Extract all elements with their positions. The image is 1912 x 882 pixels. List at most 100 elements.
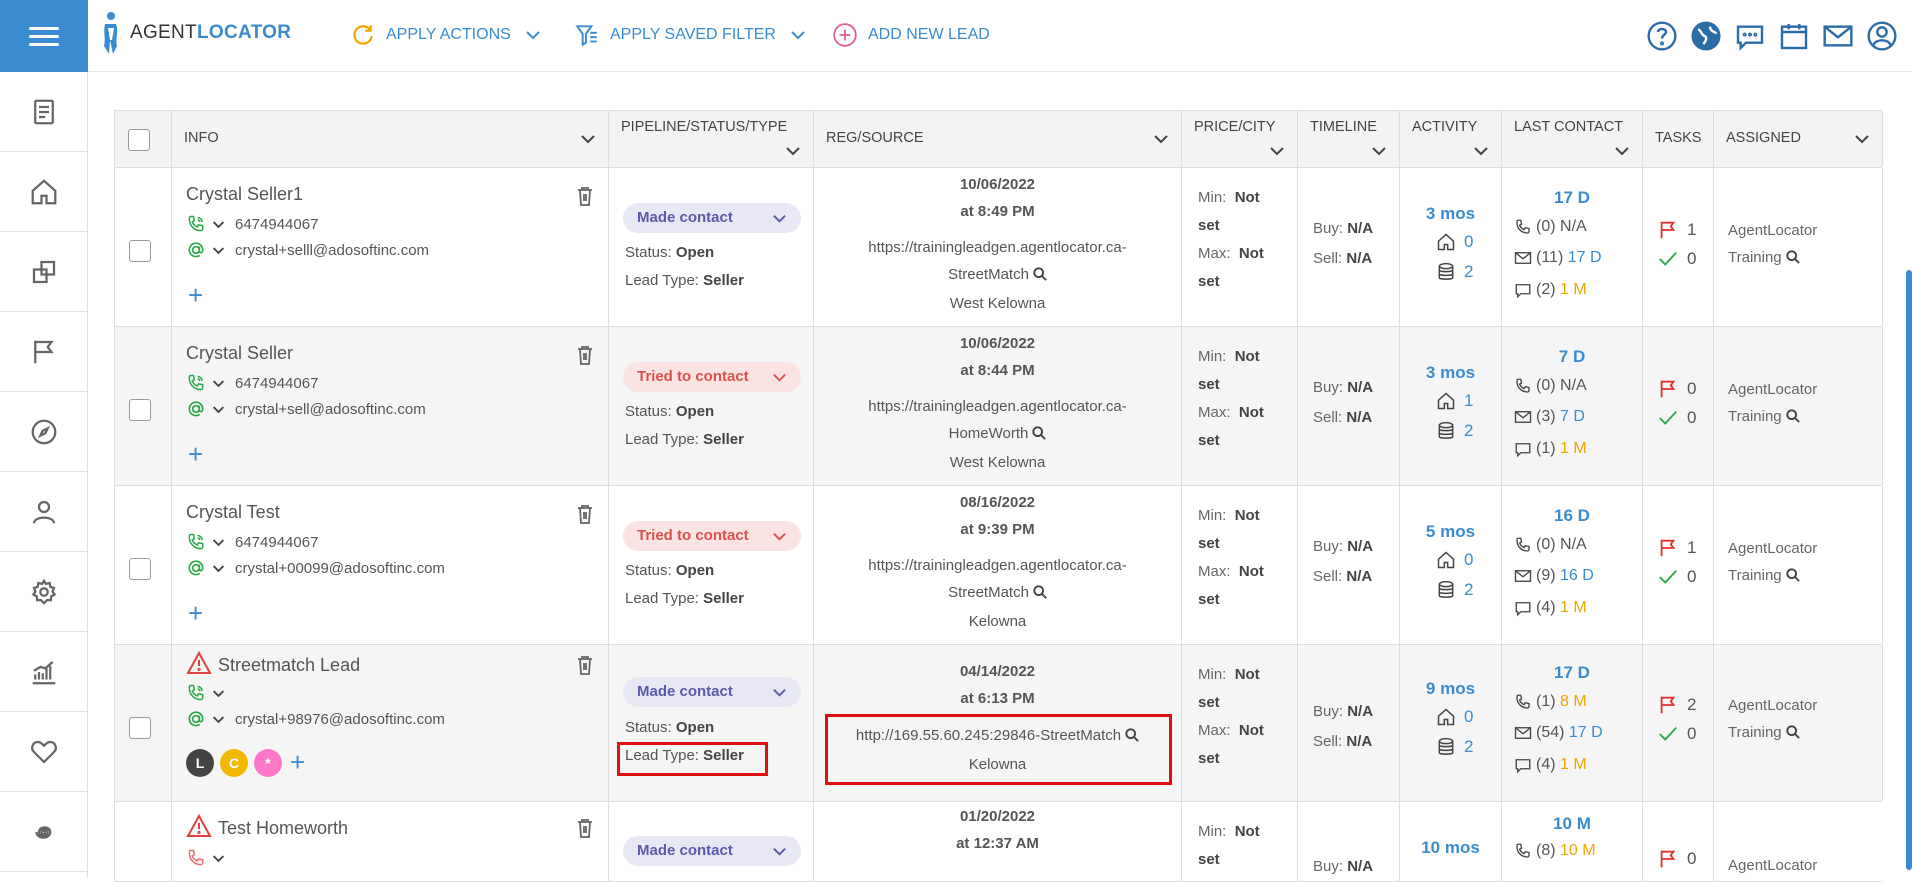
email-at-icon[interactable] — [186, 709, 206, 729]
search-icon[interactable] — [1785, 250, 1800, 264]
menu-toggle-button[interactable] — [0, 0, 88, 72]
account-icon[interactable] — [1866, 20, 1898, 52]
apply-saved-filter-button[interactable]: APPLY SAVED FILTER — [574, 22, 806, 48]
column-header-pipeline[interactable]: PIPELINE/STATUS/TYPE — [609, 111, 814, 167]
chevron-down-icon[interactable] — [212, 244, 225, 257]
sidebar-item-home[interactable] — [0, 152, 88, 232]
phone-icon[interactable] — [186, 532, 206, 552]
activity-database[interactable]: 2 — [1436, 421, 1473, 441]
row-checkbox[interactable] — [129, 558, 151, 580]
sidebar-item-settings[interactable] — [0, 552, 88, 632]
row-checkbox[interactable] — [129, 717, 151, 739]
email-address[interactable]: crystal+selll@adosoftinc.com — [235, 242, 429, 259]
chevron-down-icon[interactable] — [212, 562, 225, 575]
tasks-completed[interactable]: 0 — [1657, 248, 1696, 270]
tasks-flagged[interactable]: 0 — [1657, 378, 1696, 400]
tag-badge-c[interactable]: C — [220, 749, 248, 777]
last-contact-summary[interactable]: 17 D — [1502, 188, 1642, 208]
trash-icon[interactable] — [576, 186, 594, 206]
apply-actions-button[interactable]: APPLY ACTIONS — [350, 22, 541, 48]
activity-database[interactable]: 2 — [1436, 737, 1473, 757]
help-icon[interactable] — [1646, 20, 1678, 52]
email-address[interactable]: crystal+sell@adosoftinc.com — [235, 401, 426, 418]
select-all-checkbox[interactable] — [128, 129, 150, 151]
tasks-flagged[interactable]: 0 — [1657, 848, 1696, 870]
activity-time[interactable]: 3 mos — [1400, 204, 1501, 224]
row-checkbox[interactable] — [129, 399, 151, 421]
pipeline-stage-dropdown[interactable]: Made contact — [623, 677, 801, 707]
email-at-icon[interactable] — [186, 240, 206, 260]
chat-icon[interactable] — [1734, 20, 1766, 52]
activity-time[interactable]: 10 mos — [1400, 838, 1501, 858]
column-header-tasks[interactable]: TASKS — [1643, 111, 1714, 167]
calendar-icon[interactable] — [1778, 20, 1810, 52]
last-contact-summary[interactable]: 17 D — [1502, 663, 1642, 683]
search-icon[interactable] — [1785, 725, 1800, 739]
last-contact-summary[interactable]: 10 M — [1502, 814, 1642, 834]
search-icon[interactable] — [1032, 426, 1047, 440]
activity-time[interactable]: 9 mos — [1400, 679, 1501, 699]
sidebar-item-explore[interactable] — [0, 392, 88, 472]
pipeline-stage-dropdown[interactable]: Made contact — [623, 203, 801, 233]
table-row[interactable]: Streetmatch Lead crystal+98976@adosoftin… — [115, 645, 1883, 802]
chevron-down-icon[interactable] — [212, 852, 225, 865]
activity-time[interactable]: 3 mos — [1400, 363, 1501, 383]
sidebar-item-flags[interactable] — [0, 312, 88, 392]
pipeline-stage-dropdown[interactable]: Tried to contact — [623, 362, 801, 392]
add-tag-button[interactable]: + — [188, 600, 203, 626]
vertical-scrollbar[interactable] — [1906, 270, 1912, 870]
sidebar-item-contacts[interactable] — [0, 472, 88, 552]
tasks-flagged[interactable]: 1 — [1657, 219, 1696, 241]
column-header-timeline[interactable]: TIMELINE — [1298, 111, 1400, 167]
tasks-completed[interactable]: 0 — [1657, 566, 1696, 588]
pipeline-stage-dropdown[interactable]: Tried to contact — [623, 521, 801, 551]
table-row[interactable]: Crystal Test 6474944067 crystal+00099@ad… — [115, 486, 1883, 645]
email-address[interactable]: crystal+98976@adosoftinc.com — [235, 711, 445, 728]
phone-icon[interactable] — [186, 683, 206, 703]
search-icon[interactable] — [1033, 267, 1047, 281]
email-address[interactable]: crystal+00099@adosoftinc.com — [235, 560, 445, 577]
tasks-flagged[interactable]: 1 — [1657, 537, 1696, 559]
table-row[interactable]: Crystal Seller 6474944067 crystal+sell@a… — [115, 327, 1883, 486]
trash-icon[interactable] — [576, 655, 594, 675]
lead-name[interactable]: Streetmatch Lead — [218, 655, 360, 676]
trash-icon[interactable] — [576, 818, 594, 838]
sidebar-item-reports[interactable] — [0, 632, 88, 712]
app-logo[interactable]: AGENTLOCATOR — [100, 10, 291, 56]
column-header-reg-source[interactable]: REG/SOURCE — [814, 111, 1182, 167]
phone-number[interactable]: 6474944067 — [235, 534, 318, 551]
add-new-lead-button[interactable]: ADD NEW LEAD — [832, 22, 990, 48]
chevron-down-icon[interactable] — [212, 218, 225, 231]
search-icon[interactable] — [1785, 409, 1800, 423]
last-contact-summary[interactable]: 16 D — [1502, 506, 1642, 526]
sidebar-item-favorites[interactable] — [0, 712, 88, 792]
add-tag-button[interactable]: + — [188, 441, 203, 467]
phone-icon[interactable] — [186, 214, 206, 234]
chevron-down-icon[interactable] — [212, 713, 225, 726]
table-row[interactable]: Test Homeworth Made contact 01/20/2022 a… — [115, 802, 1882, 882]
activity-homes[interactable]: 0 — [1436, 707, 1473, 727]
email-at-icon[interactable] — [186, 399, 206, 419]
lead-name[interactable]: Test Homeworth — [218, 818, 348, 839]
activity-homes[interactable]: 0 — [1436, 550, 1473, 570]
email-at-icon[interactable] — [186, 558, 206, 578]
add-tag-button[interactable]: + — [290, 749, 305, 775]
tasks-flagged[interactable]: 2 — [1657, 694, 1696, 716]
column-header-activity[interactable]: ACTIVITY — [1400, 111, 1502, 167]
phone-number[interactable]: 6474944067 — [235, 216, 318, 233]
chevron-down-icon[interactable] — [212, 687, 225, 700]
tag-badge-l[interactable]: L — [186, 749, 214, 777]
trash-icon[interactable] — [576, 504, 594, 524]
activity-database[interactable]: 2 — [1436, 580, 1473, 600]
tasks-completed[interactable]: 0 — [1657, 407, 1696, 429]
last-contact-summary[interactable]: 7 D — [1502, 347, 1642, 367]
trash-icon[interactable] — [576, 345, 594, 365]
tag-badge-star[interactable]: * — [254, 749, 282, 777]
phone-number[interactable]: 6474944067 — [235, 375, 318, 392]
row-checkbox[interactable] — [129, 240, 151, 262]
phone-icon[interactable] — [186, 848, 206, 868]
search-icon[interactable] — [1785, 568, 1800, 582]
tasks-completed[interactable]: 0 — [1657, 723, 1696, 745]
activity-homes[interactable]: 0 — [1436, 232, 1473, 252]
lead-name[interactable]: Crystal Seller1 — [186, 184, 303, 205]
